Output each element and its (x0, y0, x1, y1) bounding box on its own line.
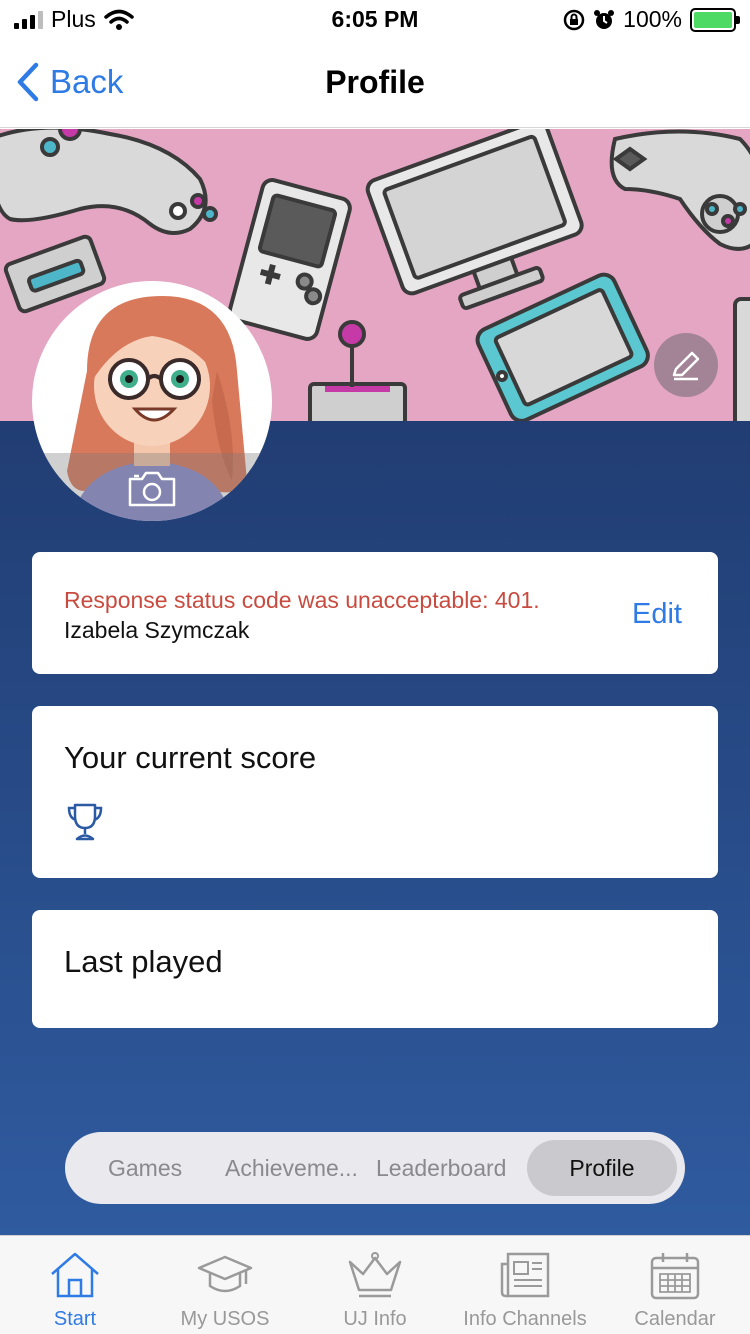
back-button[interactable]: Back (16, 62, 123, 102)
calendar-icon (650, 1253, 700, 1300)
last-played-heading: Last played (64, 944, 223, 979)
tab-uj-info-label: UJ Info (343, 1308, 407, 1330)
crown-icon (348, 1252, 402, 1298)
avatar[interactable] (32, 281, 272, 521)
score-heading: Your current score (64, 740, 317, 775)
edit-banner-button[interactable] (654, 333, 718, 397)
graduation-cap-icon (197, 1255, 253, 1293)
section-segmented-control: Games Achieveme... Leaderboard Profile (65, 1132, 685, 1204)
trophy-icon (67, 803, 103, 841)
tab-bar: Start My USOS UJ Info Info Channels Cale… (0, 1235, 750, 1334)
score-card: Your current score (32, 706, 718, 878)
tab-my-usos-label: My USOS (180, 1308, 270, 1330)
tab-uj-info[interactable]: UJ Info (300, 1236, 450, 1334)
alarm-icon (594, 9, 615, 29)
battery-icon (690, 7, 740, 32)
tab-info-channels-label: Info Channels (463, 1308, 587, 1330)
newspaper-icon (500, 1252, 550, 1298)
tab-my-usos[interactable]: My USOS (150, 1236, 300, 1334)
status-bar: Plus 6:05 PM 100% (0, 0, 750, 40)
last-played-card: Last played (32, 910, 718, 1028)
rotation-lock-icon (563, 9, 585, 30)
battery-percent: 100% (623, 6, 682, 32)
segment-achievements[interactable]: Achieveme... (225, 1140, 358, 1196)
error-message: Response status code was unacceptable: 4… (64, 587, 540, 613)
navigation-bar: Back Profile (0, 40, 750, 128)
edit-profile-button[interactable]: Edit (632, 598, 682, 631)
tab-info-channels[interactable]: Info Channels (450, 1236, 600, 1334)
home-icon (51, 1252, 99, 1298)
tab-calendar[interactable]: Calendar (600, 1236, 750, 1334)
tab-calendar-label: Calendar (634, 1308, 716, 1330)
segment-games[interactable]: Games (108, 1140, 182, 1196)
segment-profile[interactable]: Profile (527, 1140, 677, 1196)
segment-leaderboard[interactable]: Leaderboard (376, 1140, 506, 1196)
tab-start-label: Start (53, 1308, 97, 1330)
status-right: 100% (563, 6, 740, 33)
tab-start[interactable]: Start (0, 1236, 150, 1334)
camera-icon (128, 471, 176, 507)
profile-info-card: Response status code was unacceptable: 4… (32, 552, 718, 674)
chevron-left-icon (17, 62, 39, 102)
pencil-icon (672, 351, 700, 381)
back-label: Back (50, 63, 124, 100)
user-name: Izabela Szymczak (64, 617, 250, 643)
